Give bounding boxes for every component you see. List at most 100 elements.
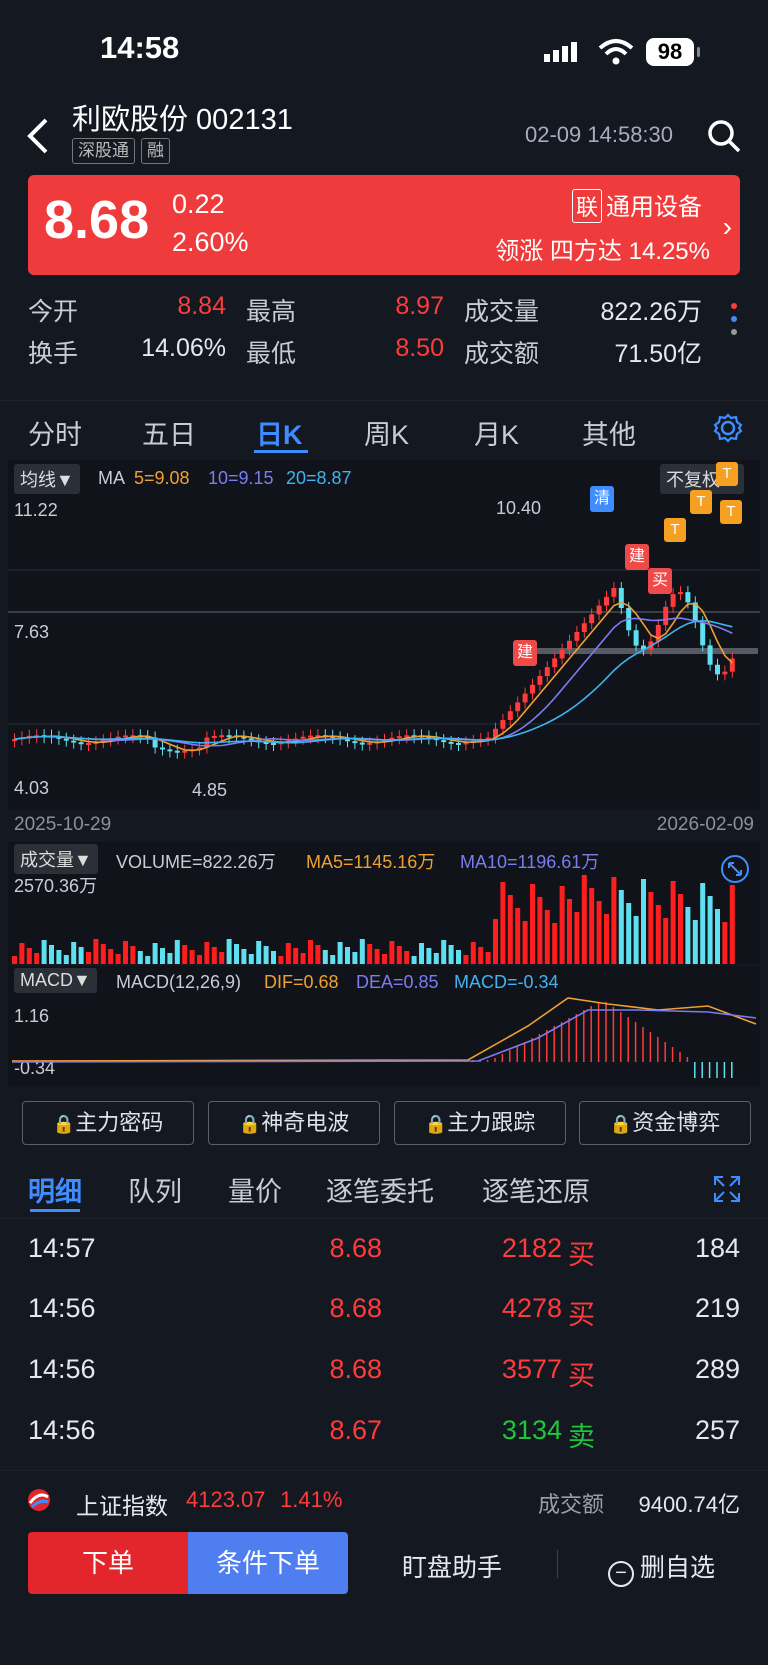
volume-bar: [574, 912, 580, 964]
volume-bar: [204, 942, 210, 964]
dtab-detail[interactable]: 明细: [28, 1170, 82, 1209]
trade-time: 14:56: [28, 1293, 96, 1323]
more-dots-icon[interactable]: [730, 300, 738, 340]
kline-candle: [226, 735, 232, 738]
tab-underline: [254, 450, 308, 453]
volume-bar: [352, 952, 358, 964]
kline-candle: [522, 693, 528, 703]
stat-turn: 14.06%: [141, 334, 226, 362]
gear-icon[interactable]: [712, 412, 744, 444]
volume-bar: [278, 956, 284, 964]
volume-bar: [374, 949, 380, 964]
volume-bar: [456, 950, 461, 964]
trade-price: 8.67: [329, 1415, 382, 1445]
kline-candle: [352, 741, 358, 744]
kline-candle: [182, 750, 188, 753]
volume-bar: [478, 947, 484, 964]
trade-volume: 3577: [501, 1354, 562, 1384]
price-banner[interactable]: 8.68 0.22 2.60% 联通用设备 领涨 四方达 14.25% ›: [28, 175, 740, 275]
tab-monthly-k[interactable]: 月K: [474, 413, 519, 452]
back-icon[interactable]: [24, 116, 54, 156]
lock-icon: 🔒: [238, 1114, 262, 1134]
volume-bar: [663, 918, 669, 964]
order-button[interactable]: 下单: [28, 1532, 188, 1594]
kline-candle: [581, 623, 587, 632]
table-row: 14:56 8.67 3134 卖 257: [0, 1401, 768, 1461]
volume-chart[interactable]: 成交量▼ VOLUME=822.26万 MA5=1145.16万 MA10=11…: [8, 842, 760, 964]
lock-btn-magic-wave[interactable]: 🔒神奇电波: [208, 1101, 380, 1145]
table-row: 14:56 8.68 3577 买 289: [0, 1340, 768, 1400]
sector-tag: 联: [571, 189, 602, 223]
volume-bar: [722, 922, 728, 964]
trade-price: 8.68: [329, 1293, 382, 1323]
volume-bar: [152, 943, 158, 964]
kline-candle: [544, 667, 550, 676]
volume-bar: [382, 954, 387, 964]
status-time: 14:58: [100, 30, 180, 65]
volume-bar: [515, 908, 521, 964]
kline-candle: [219, 735, 225, 738]
kline-candle: [86, 743, 91, 746]
tab-other[interactable]: 其他: [582, 413, 636, 452]
volume-bar: [500, 882, 506, 964]
kline-candle: [448, 741, 454, 744]
leader-pct: 14.25%: [628, 238, 710, 265]
volume-bar: [115, 954, 121, 964]
trade-time: 14:57: [28, 1233, 96, 1263]
index-bar[interactable]: 上证指数 4123.07 1.41% 成交额 9400.74亿: [0, 1470, 768, 1531]
kline-chart[interactable]: 均线▼ MA 5=9.08 10=9.15 20=8.87 不复权▼ 11.22…: [8, 460, 760, 810]
stat-high-label: 最高: [246, 298, 297, 326]
trade-price: 8.68: [329, 1233, 382, 1263]
volume-bar: [293, 948, 299, 964]
expand-icon[interactable]: [712, 1174, 742, 1204]
stat-amt: 71.50亿: [614, 340, 702, 368]
volume-bar: [604, 914, 609, 964]
volume-bar: [700, 883, 706, 964]
volume-bar: [315, 945, 321, 964]
stat-amt-label: 成交额: [464, 340, 540, 368]
lock-btn-main-code[interactable]: 🔒主力密码: [22, 1101, 194, 1145]
tab-intraday[interactable]: 分时: [28, 413, 82, 452]
kline-candle: [567, 640, 572, 650]
volume-bar: [641, 879, 646, 964]
minus-circle-icon: −: [608, 1561, 634, 1587]
lock-btn-fund-game[interactable]: 🔒资金博弈: [579, 1101, 751, 1145]
battery-indicator: 98: [646, 38, 700, 66]
lock-btn-main-track[interactable]: 🔒主力跟踪: [394, 1101, 566, 1145]
dtab-tick-replay[interactable]: 逐笔还原: [482, 1170, 590, 1209]
last-price: 8.68: [44, 190, 150, 250]
volume-bar: [611, 877, 617, 964]
volume-bar: [182, 945, 188, 964]
kline-candle: [707, 645, 713, 665]
volume-bar: [678, 894, 683, 964]
chart-tabs: 分时 五日 日K 周K 月K 其他: [0, 400, 768, 457]
conditional-order-button[interactable]: 条件下单: [188, 1532, 348, 1594]
tab-weekly-k[interactable]: 周K: [364, 413, 409, 452]
sector-link[interactable]: 联通用设备: [571, 187, 702, 223]
volume-bar: [300, 953, 306, 964]
volume-bar: [485, 952, 491, 964]
dtab-queue[interactable]: 队列: [128, 1170, 182, 1209]
macd-chart[interactable]: MACD▼ MACD(12,26,9) DIF=0.68 DEA=0.85 MA…: [8, 966, 760, 1086]
macd-dea-line: [11, 1009, 757, 1063]
volume-bar: [337, 942, 343, 964]
dtab-volume-price[interactable]: 量价: [228, 1170, 282, 1209]
sector-leader: 领涨 四方达 14.25%: [495, 231, 710, 266]
stat-vol-label: 成交量: [464, 298, 540, 326]
search-icon[interactable]: [706, 118, 742, 154]
ma10-line: [14, 617, 733, 747]
tab-five-day[interactable]: 五日: [142, 413, 196, 452]
tab-daily-k[interactable]: 日K: [256, 413, 303, 452]
kline-candle: [404, 735, 410, 738]
volume-bar: [145, 956, 151, 964]
volume-bar: [411, 956, 417, 964]
dtab-tick-order[interactable]: 逐笔委托: [326, 1170, 434, 1209]
watch-assistant-button[interactable]: 盯盘助手: [402, 1548, 502, 1584]
price-change-pct: 2.60%: [172, 227, 249, 257]
marker-t-1: T: [664, 518, 686, 542]
switch-icon[interactable]: [720, 854, 750, 884]
index-amt-label: 成交额: [538, 1492, 605, 1517]
remove-favorite-button[interactable]: − 删自选: [608, 1548, 715, 1587]
volume-bar: [448, 945, 454, 964]
volume-bar: [626, 903, 632, 964]
